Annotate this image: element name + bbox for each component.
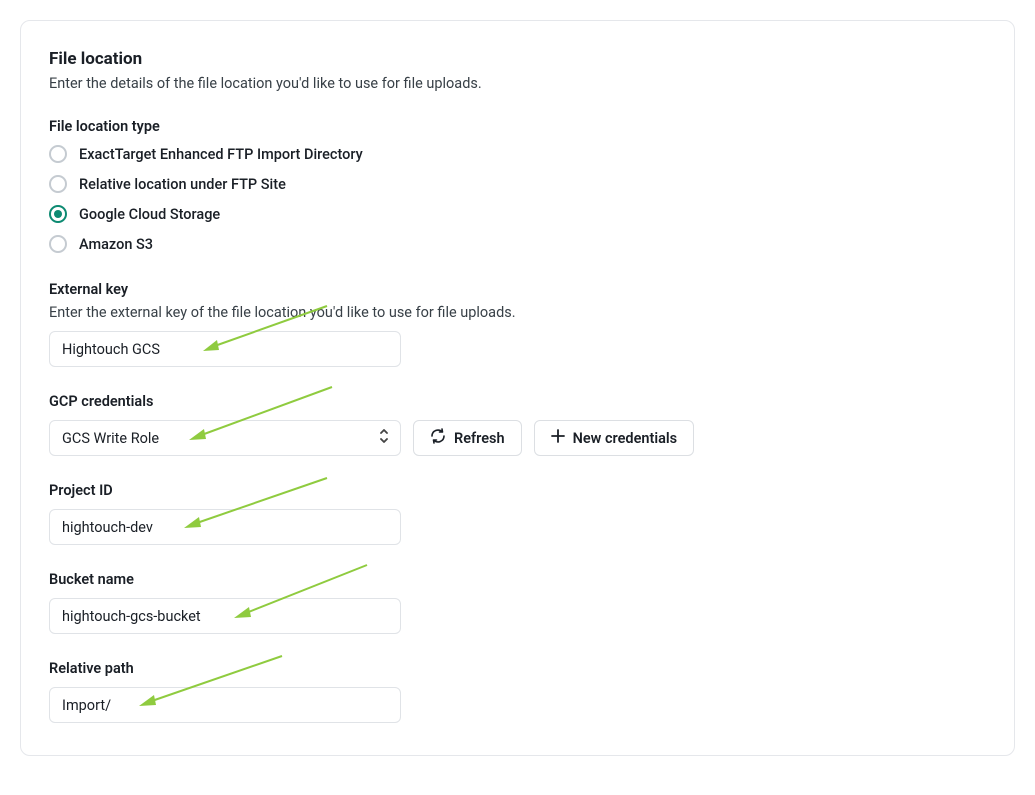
external-key-desc: Enter the external key of the file locat… bbox=[49, 304, 986, 321]
new-credentials-button[interactable]: New credentials bbox=[534, 420, 695, 456]
file-location-card: File location Enter the details of the f… bbox=[20, 20, 1015, 756]
file-location-type-radio-group: ExactTarget Enhanced FTP Import Director… bbox=[49, 145, 986, 253]
radio-label: Relative location under FTP Site bbox=[79, 176, 286, 193]
section-title: File location bbox=[49, 49, 986, 69]
external-key-label: External key bbox=[49, 281, 986, 298]
relative-path-block: Relative path bbox=[49, 660, 986, 723]
project-id-block: Project ID bbox=[49, 482, 986, 545]
radio-relative-ftp[interactable]: Relative location under FTP Site bbox=[49, 175, 986, 193]
radio-label: ExactTarget Enhanced FTP Import Director… bbox=[79, 146, 363, 163]
radio-icon bbox=[49, 205, 67, 223]
external-key-input[interactable] bbox=[49, 331, 401, 367]
radio-icon bbox=[49, 235, 67, 253]
file-location-type-label: File location type bbox=[49, 118, 986, 135]
project-id-input[interactable] bbox=[49, 509, 401, 545]
radio-icon bbox=[49, 145, 67, 163]
gcp-credentials-select[interactable] bbox=[49, 420, 401, 456]
new-credentials-button-label: New credentials bbox=[573, 430, 678, 447]
bucket-name-label: Bucket name bbox=[49, 571, 986, 588]
relative-path-label: Relative path bbox=[49, 660, 986, 677]
radio-label: Amazon S3 bbox=[79, 236, 153, 253]
radio-s3[interactable]: Amazon S3 bbox=[49, 235, 986, 253]
radio-icon bbox=[49, 175, 67, 193]
bucket-name-input[interactable] bbox=[49, 598, 401, 634]
project-id-label: Project ID bbox=[49, 482, 986, 499]
relative-path-input[interactable] bbox=[49, 687, 401, 723]
radio-label: Google Cloud Storage bbox=[79, 206, 220, 223]
refresh-icon bbox=[430, 428, 446, 448]
bucket-name-block: Bucket name bbox=[49, 571, 986, 634]
gcp-credentials-block: GCP credentials bbox=[49, 393, 986, 456]
refresh-button-label: Refresh bbox=[454, 430, 505, 447]
refresh-button[interactable]: Refresh bbox=[413, 420, 522, 456]
section-desc: Enter the details of the file location y… bbox=[49, 75, 986, 92]
plus-icon bbox=[551, 429, 565, 447]
radio-gcs[interactable]: Google Cloud Storage bbox=[49, 205, 986, 223]
external-key-block: External key Enter the external key of t… bbox=[49, 281, 986, 367]
gcp-credentials-label: GCP credentials bbox=[49, 393, 986, 410]
radio-exacttarget[interactable]: ExactTarget Enhanced FTP Import Director… bbox=[49, 145, 986, 163]
